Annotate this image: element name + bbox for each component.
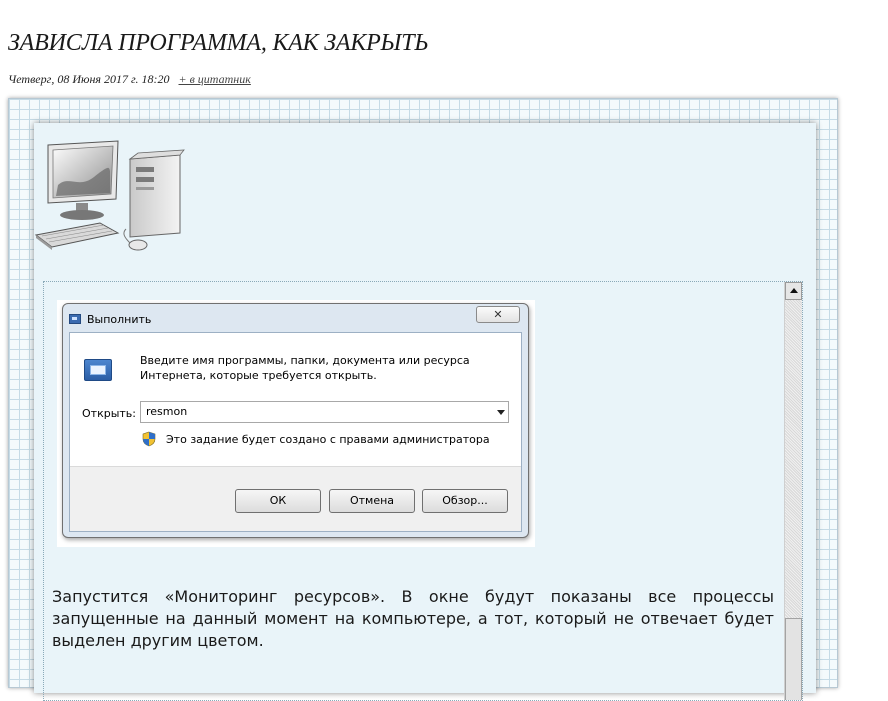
run-dialog-description: Введите имя программы, папки, документа … [140, 354, 470, 382]
run-dialog-title: Выполнить [87, 313, 152, 326]
run-icon [84, 359, 112, 381]
scroll-up-arrow-icon[interactable] [785, 282, 802, 300]
open-input-value[interactable]: resmon [146, 405, 187, 418]
shield-icon [142, 431, 156, 447]
browse-button[interactable]: Обзор... [422, 489, 508, 513]
post-content-box: Выполнить ✕ Введите имя программы, папки… [43, 281, 803, 701]
post-date: Четверг, 08 Июня 2017 г. 18:20 [8, 72, 170, 86]
admin-note: Это задание будет создано с правами адми… [166, 433, 490, 446]
ok-button[interactable]: ОК [235, 489, 321, 513]
open-label: Открыть: [82, 407, 136, 420]
post-title: ЗАВИСЛА ПРОГРАММА, КАК ЗАКРЫТЬ [8, 30, 429, 56]
article-paragraph: Запустится «Мониторинг ресурсов». В окне… [52, 587, 774, 650]
chevron-down-icon[interactable] [497, 410, 505, 415]
add-to-quotes-link[interactable]: + в цитатник [179, 72, 251, 86]
vertical-scrollbar[interactable] [784, 282, 802, 700]
computer-illustration [34, 140, 185, 251]
content-panel: Выполнить ✕ Введите имя программы, папки… [34, 123, 816, 701]
run-icon [69, 314, 81, 324]
scrollbar-thumb[interactable] [785, 618, 802, 700]
run-dialog-body: Введите имя программы, папки, документа … [69, 332, 522, 532]
open-combo-input[interactable]: resmon [140, 401, 509, 423]
post-meta: Четверг, 08 Июня 2017 г. 18:20 + в цитат… [8, 72, 251, 87]
cancel-button[interactable]: Отмена [329, 489, 415, 513]
close-icon[interactable]: ✕ [476, 306, 520, 323]
run-dialog-screenshot: Выполнить ✕ Введите имя программы, папки… [57, 300, 535, 547]
run-dialog: Выполнить ✕ Введите имя программы, папки… [62, 303, 529, 538]
